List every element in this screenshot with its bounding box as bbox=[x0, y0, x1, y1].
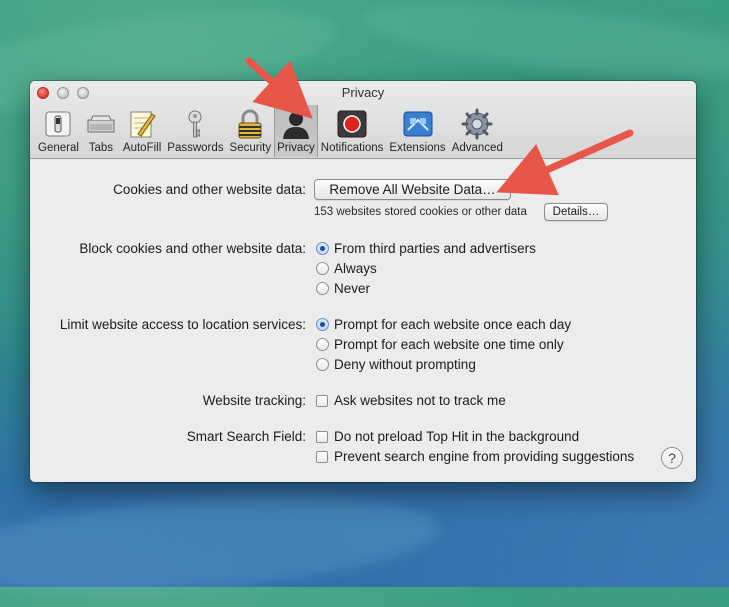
help-button[interactable]: ? bbox=[661, 447, 683, 469]
checkbox-do-not-track[interactable]: Ask websites not to track me bbox=[316, 393, 506, 408]
website-tracking-label: Website tracking: bbox=[202, 393, 306, 408]
tab-label: Security bbox=[229, 142, 272, 154]
radio-never[interactable]: Never bbox=[316, 281, 370, 296]
tab-tabs[interactable]: Tabs bbox=[82, 105, 120, 157]
tabs-icon bbox=[87, 115, 115, 133]
tab-label: Tabs bbox=[88, 142, 114, 154]
radio-deny-without-prompting[interactable]: Deny without prompting bbox=[316, 357, 476, 372]
tab-label: Passwords bbox=[167, 142, 224, 154]
radio-label: Prompt for each website once each day bbox=[334, 317, 572, 332]
preferences-toolbar: General Tabs AutoFill Passwords Security… bbox=[35, 105, 506, 157]
radio-prompt-one-time-only[interactable]: Prompt for each website one time only bbox=[316, 337, 564, 352]
radio-third-parties[interactable]: From third parties and advertisers bbox=[316, 241, 536, 256]
radio-prompt-once-each-day[interactable]: Prompt for each website once each day bbox=[316, 317, 571, 332]
checkbox[interactable] bbox=[316, 430, 328, 443]
radio-label: Never bbox=[334, 281, 371, 296]
stored-websites-count: 153 websites stored cookies or other dat… bbox=[314, 206, 527, 218]
radio-label: Deny without prompting bbox=[334, 357, 476, 372]
tab-notifications[interactable]: Notifications bbox=[318, 105, 387, 157]
privacy-pane: Cookies and other website data: Remove A… bbox=[30, 159, 696, 482]
general-switch-icon bbox=[45, 111, 71, 137]
block-cookies-label: Block cookies and other website data: bbox=[79, 241, 306, 256]
tab-label: General bbox=[38, 142, 79, 154]
tab-label: AutoFill bbox=[122, 142, 162, 154]
extensions-puzzle-icon bbox=[403, 111, 433, 137]
cookies-label: Cookies and other website data: bbox=[113, 182, 306, 197]
tab-general[interactable]: General bbox=[35, 105, 82, 157]
tab-advanced[interactable]: Advanced bbox=[449, 105, 506, 157]
tab-label: Notifications bbox=[320, 142, 384, 154]
autofill-pencil-icon bbox=[130, 111, 156, 138]
title-bar: Privacy General Tabs AutoFill Passwords … bbox=[30, 81, 696, 159]
tab-label: Privacy bbox=[277, 142, 315, 154]
remove-all-website-data-button[interactable]: Remove All Website Data… bbox=[314, 179, 511, 200]
tab-passwords[interactable]: Passwords bbox=[164, 105, 226, 157]
radio-button[interactable] bbox=[316, 358, 329, 371]
radio-button-selected[interactable] bbox=[316, 242, 329, 255]
checkbox-no-preload-top-hit[interactable]: Do not preload Top Hit in the background bbox=[316, 429, 579, 444]
radio-label: Always bbox=[334, 261, 377, 276]
checkbox-label: Do not preload Top Hit in the background bbox=[334, 429, 580, 444]
person-silhouette-icon bbox=[282, 112, 309, 139]
checkbox-label: Ask websites not to track me bbox=[334, 393, 506, 408]
location-services-label: Limit website access to location service… bbox=[59, 317, 306, 332]
smart-search-field-label: Smart Search Field: bbox=[186, 429, 306, 444]
gear-icon bbox=[461, 108, 493, 140]
radio-button-selected[interactable] bbox=[316, 318, 329, 331]
radio-label: From third parties and advertisers bbox=[334, 241, 536, 256]
checkbox[interactable] bbox=[316, 394, 328, 407]
tab-autofill[interactable]: AutoFill bbox=[120, 105, 164, 157]
details-button[interactable]: Details… bbox=[544, 203, 608, 221]
wallpaper-wave bbox=[0, 482, 443, 607]
checkbox[interactable] bbox=[316, 450, 328, 463]
tab-label: Extensions bbox=[389, 142, 446, 154]
radio-always[interactable]: Always bbox=[316, 261, 377, 276]
notification-record-icon bbox=[337, 110, 367, 138]
tab-label: Advanced bbox=[451, 142, 503, 154]
key-icon bbox=[188, 110, 202, 138]
preferences-window: Privacy General Tabs AutoFill Passwords … bbox=[30, 81, 696, 482]
tab-extensions[interactable]: Extensions bbox=[386, 105, 448, 157]
wallpaper-wave bbox=[358, 0, 729, 92]
window-title: Privacy bbox=[341, 85, 385, 100]
checkbox-label: Prevent search engine from providing sug… bbox=[334, 449, 635, 464]
padlock-icon bbox=[238, 109, 262, 139]
checkbox-prevent-search-suggestions[interactable]: Prevent search engine from providing sug… bbox=[316, 449, 634, 464]
radio-button[interactable] bbox=[316, 262, 329, 275]
radio-button[interactable] bbox=[316, 338, 329, 351]
radio-label: Prompt for each website one time only bbox=[334, 337, 564, 352]
tab-privacy[interactable]: Privacy bbox=[274, 105, 318, 157]
tab-security[interactable]: Security bbox=[227, 105, 275, 157]
radio-button[interactable] bbox=[316, 282, 329, 295]
